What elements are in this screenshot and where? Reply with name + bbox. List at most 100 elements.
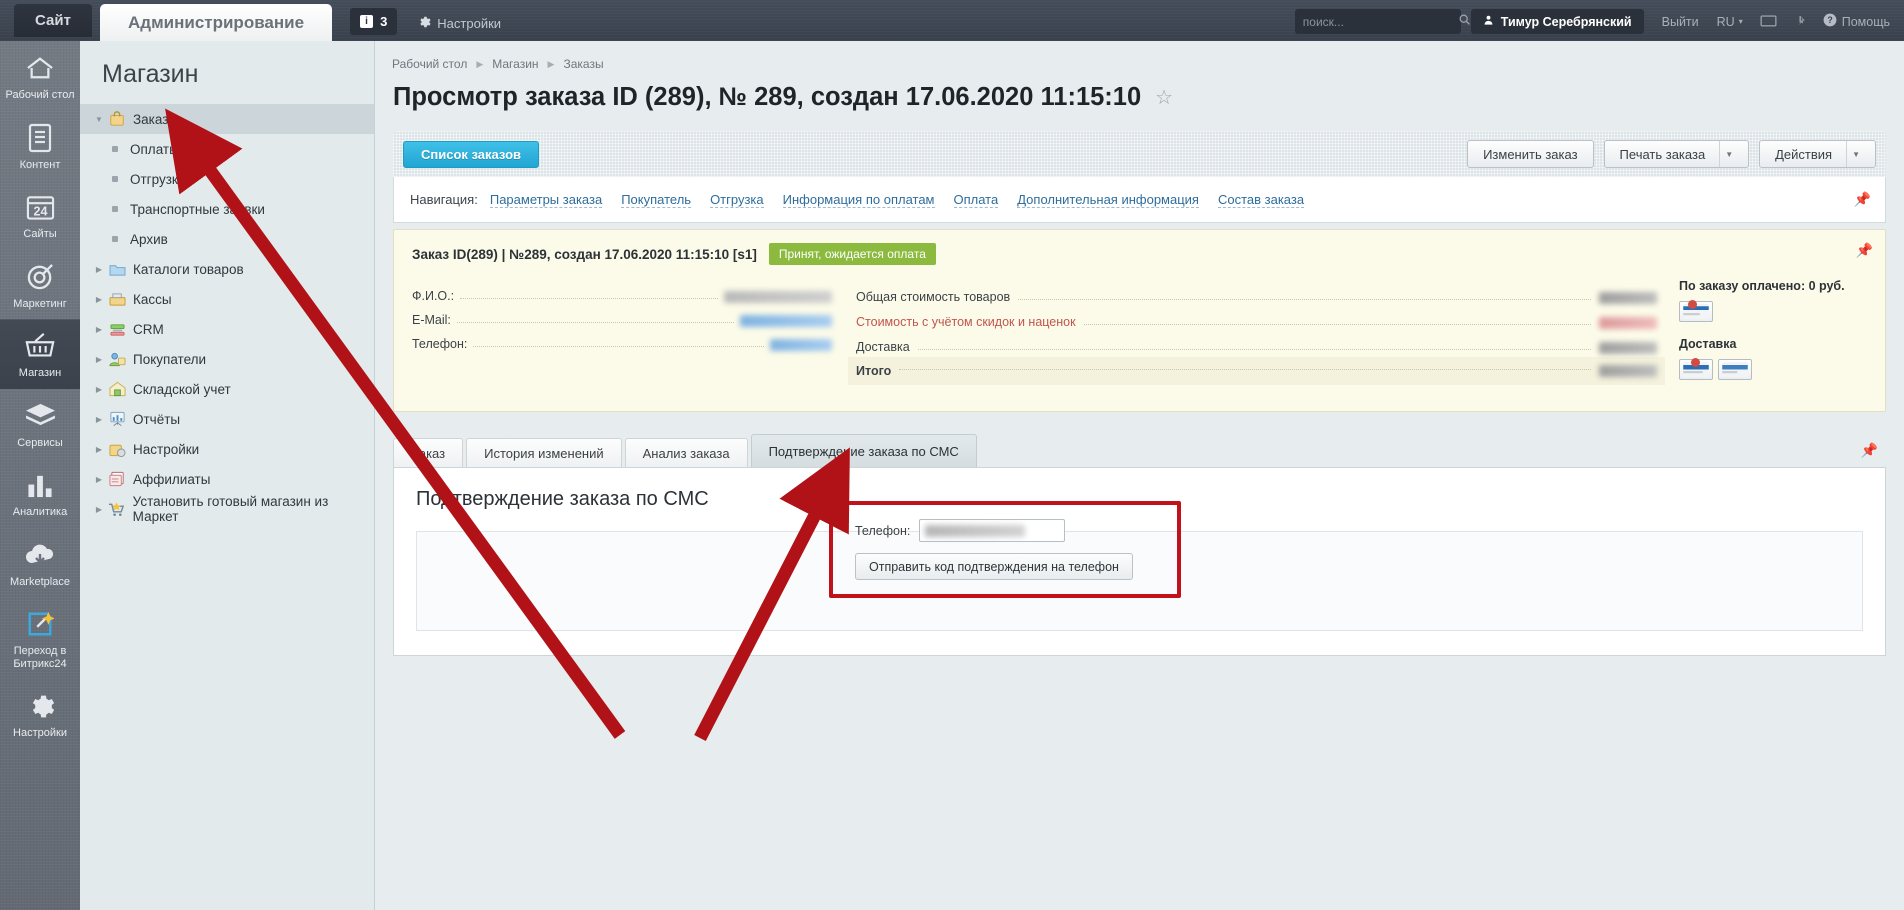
rail-item-маркетинг[interactable]: Маркетинг	[0, 250, 80, 320]
tree-item-оплаты[interactable]: Оплаты	[80, 134, 374, 164]
send-confirmation-code-button[interactable]: Отправить код подтверждения на телефон	[855, 553, 1133, 580]
star-outline-icon[interactable]: ☆	[1155, 85, 1173, 110]
tab-administration[interactable]: Администрирование	[100, 4, 333, 41]
sms-confirmation-panel: Подтверждение заказа по СМС Телефон: Отп…	[393, 467, 1886, 656]
language-switcher[interactable]: RU ▾	[1717, 15, 1743, 29]
pin-icon[interactable]: 📌	[1856, 242, 1873, 259]
actions-button[interactable]: Действия ▼	[1759, 140, 1876, 168]
paid-label: По заказу оплачено: 0 руб.	[1679, 279, 1845, 293]
dot-leader	[460, 298, 718, 299]
tree-item-label: Покупатели	[133, 351, 207, 367]
tab-подтверждение-заказа-по-см[interactable]: Подтверждение заказа по СМС	[750, 434, 977, 467]
search-icon[interactable]	[1458, 13, 1471, 31]
dot-leader	[899, 368, 1591, 370]
nav-link[interactable]: Оплата	[953, 192, 999, 208]
pin-icon[interactable]	[1794, 14, 1807, 30]
bullet-icon	[112, 236, 118, 242]
payment-system-icons	[1679, 300, 1867, 323]
tree-item-label: Настройки	[133, 441, 200, 457]
tree-item-транспортные-заявки[interactable]: Транспортные заявки	[80, 194, 374, 224]
masked-amount	[1599, 292, 1657, 304]
nav-link[interactable]: Покупатель	[621, 192, 692, 208]
caret-right-icon[interactable]: ▶	[92, 322, 106, 336]
settings-link[interactable]: Настройки	[417, 15, 501, 32]
caret-right-icon[interactable]: ▶	[92, 412, 106, 426]
pin-icon[interactable]: 📌	[1854, 191, 1871, 208]
tree-item-label: Установить готовый магазин из Маркет	[132, 494, 329, 524]
search-box[interactable]	[1294, 9, 1470, 34]
caret-right-icon[interactable]: ▶	[92, 472, 106, 486]
nav-link[interactable]: Информация по оплатам	[782, 192, 935, 208]
edit-order-button[interactable]: Изменить заказ	[1467, 140, 1594, 168]
help-link[interactable]: ? Помощь	[1823, 13, 1890, 30]
tree-item-crm[interactable]: ▶ CRM	[80, 314, 374, 344]
breadcrumb-separator: ▶	[476, 58, 484, 69]
nav-link[interactable]: Параметры заказа	[489, 192, 603, 208]
rail-item-магазин[interactable]: Магазин	[0, 319, 80, 389]
notifications-counter[interactable]: i 3	[350, 8, 398, 35]
tab-история-изменений[interactable]: История изменений	[466, 438, 622, 467]
tree-item-отгрузки[interactable]: Отгрузки	[80, 164, 374, 194]
breadcrumb-item[interactable]: Рабочий стол	[392, 57, 467, 71]
page-title-row: Просмотр заказа ID (289), № 289, создан …	[375, 71, 1904, 112]
tree-item-отчёты[interactable]: ▶ Отчёты	[80, 404, 374, 434]
caret-down-icon[interactable]: ▼	[92, 112, 106, 126]
nav-link[interactable]: Отгрузка	[710, 192, 764, 208]
tab-site[interactable]: Сайт	[14, 4, 92, 37]
field-label: E-Mail:	[412, 313, 451, 327]
user-menu[interactable]: Тимур Серебрянский	[1470, 9, 1644, 34]
tree-item-покупатели[interactable]: ▶ Покупатели	[80, 344, 374, 374]
caret-right-icon[interactable]: ▶	[92, 262, 106, 276]
payment-status-dot	[1688, 300, 1697, 309]
breadcrumb: Рабочий стол ▶ Магазин ▶ Заказы	[375, 41, 1904, 71]
page-title: Просмотр заказа ID (289), № 289, создан …	[393, 83, 1142, 111]
settings-bag-icon	[106, 441, 128, 457]
tree-item-установить-готовый-магаз[interactable]: ▶ Установить готовый магазин из Маркет	[80, 494, 374, 524]
pin-icon[interactable]: 📌	[1861, 442, 1878, 459]
nav-link[interactable]: Состав заказа	[1217, 192, 1305, 208]
money-row: Доставка	[856, 329, 1657, 354]
money-rows: Общая стоимость товаров Стоимость с учёто…	[848, 279, 1665, 395]
rail-item-сервисы[interactable]: Сервисы	[0, 389, 80, 459]
home-icon	[2, 52, 78, 84]
rail-item-аналитика[interactable]: Аналитика	[0, 458, 80, 528]
tree-item-складской-учет[interactable]: ▶ Складской учет	[80, 374, 374, 404]
customer-field-row: Телефон:	[412, 327, 832, 351]
breadcrumb-item[interactable]: Магазин	[492, 57, 538, 71]
tree-item-каталоги-товаров[interactable]: ▶ Каталоги товаров	[80, 254, 374, 284]
search-input[interactable]	[1302, 14, 1458, 29]
tree-item-архив[interactable]: Архив	[80, 224, 374, 254]
money-label: Итого	[856, 364, 892, 378]
print-order-button[interactable]: Печать заказа ▼	[1603, 140, 1750, 168]
orders-list-button[interactable]: Список заказов	[403, 140, 540, 168]
gear-icon	[417, 15, 431, 32]
phone-input[interactable]	[919, 519, 1066, 542]
chevron-down-icon[interactable]: ▼	[1725, 150, 1733, 159]
nav-link[interactable]: Дополнительная информация	[1017, 192, 1199, 208]
breadcrumb-item[interactable]: Заказы	[563, 57, 603, 71]
rail-item-marketplace[interactable]: Marketplace	[0, 528, 80, 598]
caret-right-icon[interactable]: ▶	[92, 292, 106, 306]
rail-item-контент[interactable]: Контент	[0, 111, 80, 181]
tree-item-label: Отчёты	[133, 411, 181, 427]
tree-item-label: Кассы	[133, 291, 172, 307]
tree-item-кассы[interactable]: ▶ Кассы	[80, 284, 374, 314]
monitor-icon[interactable]	[1760, 14, 1777, 29]
caret-right-icon[interactable]: ▶	[92, 352, 106, 366]
caret-right-icon[interactable]: ▶	[92, 502, 106, 516]
rail-item-переход-в-битрикс24[interactable]: Переход в Битрикс24	[0, 597, 80, 679]
rail-item-настройки[interactable]: Настройки	[0, 679, 80, 749]
caret-right-icon[interactable]: ▶	[92, 382, 106, 396]
logout-link[interactable]: Выйти	[1662, 15, 1699, 29]
caret-right-icon[interactable]: ▶	[92, 442, 106, 456]
tab-заказ[interactable]: Заказ	[393, 438, 464, 467]
rail-item-рабочий-стол[interactable]: Рабочий стол	[0, 41, 80, 111]
rail-item-сайты[interactable]: 24 Сайты	[0, 180, 80, 250]
chevron-down-icon[interactable]: ▼	[1852, 150, 1860, 159]
tree-item-настройки[interactable]: ▶ Настройки	[80, 434, 374, 464]
tree-item-аффилиаты[interactable]: ▶ Аффилиаты	[80, 464, 374, 494]
tab-анализ-заказа[interactable]: Анализ заказа	[624, 438, 748, 467]
order-summary-panel: 📌 Заказ ID(289) | №289, создан 17.06.202…	[393, 229, 1886, 412]
money-label: Доставка	[856, 340, 910, 354]
tree-item-заказы[interactable]: ▼ Заказы	[80, 104, 374, 134]
